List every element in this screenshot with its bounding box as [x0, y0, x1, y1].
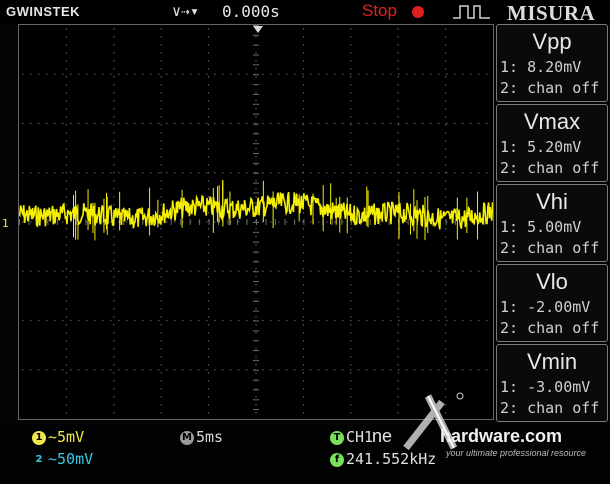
- measurement-box-vmin[interactable]: Vmin 1: -3.00mV 2: chan off: [496, 344, 608, 422]
- trigger-badge-icon: T: [330, 431, 344, 445]
- measurement-ch1-value: 1: -2.00mV: [500, 298, 591, 316]
- frequency-badge-icon: f: [330, 453, 344, 467]
- measurement-title: Vmax: [523, 109, 581, 134]
- measurement-ch2-value: 2: chan off: [500, 79, 600, 97]
- measurement-ch2-value: 2: chan off: [500, 239, 600, 257]
- measurement-box-vpp[interactable]: Vpp 1: 8.20mV 2: chan off: [496, 24, 608, 102]
- waveform-display[interactable]: [18, 24, 494, 420]
- measurement-title: Vmin: [526, 349, 578, 374]
- trigger-position-readout: 0.000s: [222, 2, 280, 21]
- trigger-source: CH1: [346, 428, 374, 446]
- timebase-badge-icon: M: [180, 431, 194, 445]
- measurement-title: Vlo: [536, 269, 568, 294]
- measurement-box-vmax[interactable]: Vmax 1: 5.20mV 2: chan off: [496, 104, 608, 182]
- measurement-ch1-value: 1: 5.00mV: [500, 218, 582, 236]
- ch1-ground-marker: 1: [2, 217, 9, 230]
- trigger-icons[interactable]: ∨⇢▾: [172, 2, 199, 20]
- bottom-info-bar: 1 ~5mV 2 ~50mV M 5ms T CH1 f 241.552kHz ne ha…: [0, 392, 610, 484]
- brand-logo: GWINSTEK: [6, 4, 81, 19]
- ch2-scale-info[interactable]: 2 ~50mV: [32, 450, 94, 468]
- ch1-scale-info[interactable]: 1 ~5mV: [32, 428, 84, 446]
- ch2-badge-icon: 2: [35, 454, 43, 465]
- ch2-scale: ~50mV: [48, 450, 94, 468]
- measure-menu-title: MISURA: [507, 1, 596, 25]
- measurement-ch1-value: 1: 8.20mV: [500, 58, 582, 76]
- measurement-ch2-value: 2: chan off: [500, 319, 600, 337]
- timebase-info[interactable]: M 5ms: [180, 428, 223, 446]
- measurement-title: Vhi: [536, 189, 568, 214]
- ch1-badge-icon: 1: [32, 431, 46, 445]
- measurement-ch2-value: 2: chan off: [500, 159, 600, 177]
- run-state-label[interactable]: Stop: [362, 1, 397, 21]
- measurement-ch2-value: 2: chan off: [500, 399, 600, 417]
- measurement-title: Vpp: [532, 29, 572, 54]
- trigger-source-info[interactable]: T CH1: [330, 428, 373, 446]
- measurement-ch1-value: 1: -3.00mV: [500, 378, 591, 396]
- watermark-site: hardware.com: [440, 426, 563, 446]
- ch1-scale: ~5mV: [48, 428, 85, 446]
- measurement-box-vlo[interactable]: Vlo 1: -2.00mV 2: chan off: [496, 264, 608, 342]
- pulse-trigger-icon[interactable]: [452, 4, 492, 20]
- measurement-panel: Vpp 1: 8.20mV 2: chan off Vmax 1: 5.20mV 2: c…: [496, 24, 610, 428]
- stop-indicator-icon: [412, 6, 424, 18]
- top-status-bar: GWINSTEK ∨⇢▾ 0.000s Stop MISURA: [0, 0, 610, 25]
- trigger-position-icon: [253, 26, 263, 33]
- watermark-prefix: ne: [372, 426, 393, 446]
- watermark-tagline: your ultimate professional resource: [446, 448, 587, 458]
- timebase-value: 5ms: [196, 428, 224, 446]
- measurement-box-vhi[interactable]: Vhi 1: 5.00mV 2: chan off: [496, 184, 608, 262]
- ch1-waveform-trace: [19, 180, 493, 241]
- measurement-ch1-value: 1: 5.20mV: [500, 138, 582, 156]
